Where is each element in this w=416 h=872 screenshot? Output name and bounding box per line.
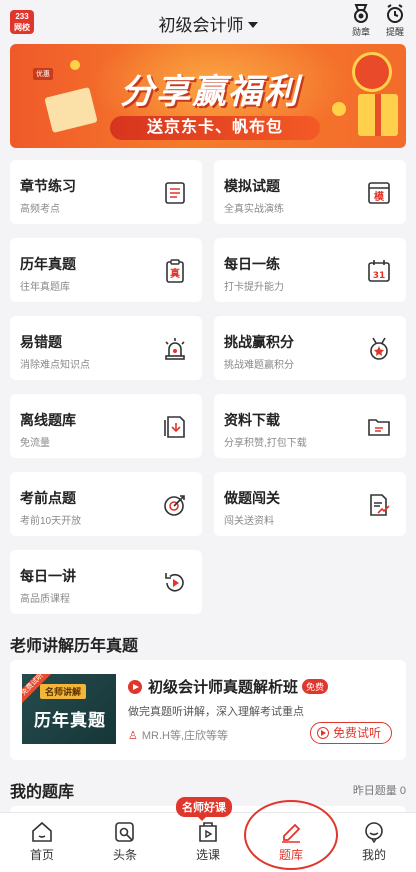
grid-card-daily-practice[interactable]: 每日一练 打卡提升能力 31 [214,238,406,302]
grid-card-error-prone[interactable]: 易错题 消除难点知识点 [10,316,202,380]
person-icon: ♙ [128,730,138,742]
card-title: 历年真题 [20,256,76,272]
target-icon [164,495,185,516]
course-description: 做完真题听讲解，深入理解考试重点 [128,706,304,718]
card-title: 挑战赢积分 [224,334,294,350]
card-subtitle: 打卡提升能力 [224,282,284,293]
card-subtitle: 分享积赞,打包下载 [224,438,307,449]
hot-course-badge: 名师好课 [176,797,232,821]
grid-card-level-challenge[interactable]: 做题闯关 闯关送资料 [214,472,406,536]
card-title: 做题闯关 [224,490,280,506]
card-title: 每日一讲 [20,568,76,584]
card-subtitle: 考前10天开放 [20,516,82,527]
gift-box-illustration [358,94,398,136]
highlight-ring [244,800,338,870]
card-subtitle: 消除难点知识点 [20,360,90,371]
clock-icon [387,4,403,23]
caret-down-icon [247,22,258,28]
course-icon [199,822,217,842]
card-subtitle: 免流量 [20,438,50,449]
card-subtitle: 高频考点 [20,204,60,215]
course-title: 初级会计师真题解析班 [148,679,299,696]
nav-item-news[interactable]: 头条 [95,821,155,863]
section-title-lectures: 老师讲解历年真题 [10,638,139,655]
document-chart-icon [370,494,390,516]
thumb-title: 历年真题 [34,711,106,730]
alarm-light-icon [165,338,185,360]
section-title-my-bank: 我的题库 [10,784,75,801]
home-icon [32,821,52,842]
grid-card-pre-exam-tips[interactable]: 考前点题 考前10天开放 [10,472,202,536]
card-title: 离线题库 [20,412,76,428]
play-circle-icon [316,727,329,739]
top-bar: 233 网校 初级会计师 勋章 提醒 [0,0,416,44]
card-title: 易错题 [20,334,62,350]
free-trial-button[interactable]: 免费试听 [309,722,392,744]
banner-ribbon: 优惠 [33,68,53,80]
nav-item-home[interactable]: 首页 [12,821,72,863]
card-subtitle: 全真实战演练 [224,204,284,215]
course-card[interactable]: 免费试听 名师讲解 历年真题 初级会计师真题解析班 免费 做完真题听讲解，深入理解… [10,660,406,760]
free-trial-label: 免费试听 [332,726,381,740]
replay-icon [165,573,184,592]
calendar-icon: 31 [368,260,390,282]
card-title: 考前点题 [20,490,76,506]
grid-card-materials-download[interactable]: 资料下载 分享积赞,打包下载 [214,394,406,458]
nav-label: 首页 [29,848,54,862]
card-title: 模拟试题 [224,178,280,194]
card-title: 每日一练 [224,256,280,272]
grid-card-challenge-points[interactable]: 挑战赢积分 挑战难题赢积分 [214,316,406,380]
free-badge: 免费 [302,679,329,694]
profile-icon [365,822,383,843]
remind-button[interactable]: 提醒 [380,4,410,38]
card-subtitle: 往年真题库 [20,282,70,293]
folder-icon [368,419,390,436]
offline-download-icon [164,416,185,438]
medal-button[interactable]: 勋章 [346,4,376,38]
alarm-clock-illustration [352,52,392,92]
course-title-row: 初级会计师真题解析班 免费 [128,676,329,697]
card-subtitle: 闯关送资料 [224,516,274,527]
medal-label: 勋章 [351,27,370,37]
coin-icon [70,60,80,70]
grid-card-chapter-practice[interactable]: 章节练习 高频考点 [10,160,202,224]
calendar-glyph: 31 [373,271,386,281]
past-glyph: 真 [170,267,180,280]
nav-item-courses[interactable]: 选课 [178,821,238,863]
play-icon [128,680,142,694]
nav-label: 选课 [195,848,220,862]
grid-card-daily-lecture[interactable]: 每日一讲 高品质课程 [10,550,202,614]
course-teachers: MR.H等,庄欣等等 [141,730,229,742]
clipboard-icon: 真 [166,259,184,283]
list-icon [165,182,185,204]
yesterday-count: 昨日题量 0 [352,785,406,797]
medal-icon [370,337,388,360]
coin-icon [332,102,346,116]
card-title: 章节练习 [20,178,76,194]
exam-title: 初级会计师 [158,16,244,35]
card-subtitle: 挑战难题赢积分 [224,360,294,371]
nav-item-profile[interactable]: 我的 [344,821,404,863]
bottom-nav: 首页 头条 选课 题库 我的 [0,812,416,872]
grid-card-mock-exam[interactable]: 模拟试题 全真实战演练 模 [214,160,406,224]
banner-subline: 送京东卡、帆布包 [110,116,320,140]
mock-exam-icon: 模 [368,182,390,204]
grid-card-past-exams[interactable]: 历年真题 往年真题库 真 [10,238,202,302]
medal-icon [354,4,368,23]
course-thumbnail: 免费试听 名师讲解 历年真题 [22,674,116,744]
card-subtitle: 高品质课程 [20,594,70,605]
grid-card-offline-bank[interactable]: 离线题库 免流量 [10,394,202,458]
remind-label: 提醒 [385,27,404,37]
banner-headline: 分享赢福利 [120,73,300,111]
nav-label: 头条 [112,848,137,862]
thumb-pill: 名师讲解 [40,684,87,699]
mock-glyph: 模 [374,190,385,203]
nav-label: 我的 [361,848,386,862]
promo-banner[interactable]: 优惠 分享赢福利 送京东卡、帆布包 [10,44,406,148]
course-teachers-row: ♙ MR.H等,庄欣等等 [128,727,228,743]
news-icon [115,822,134,842]
card-title: 资料下载 [224,412,280,428]
